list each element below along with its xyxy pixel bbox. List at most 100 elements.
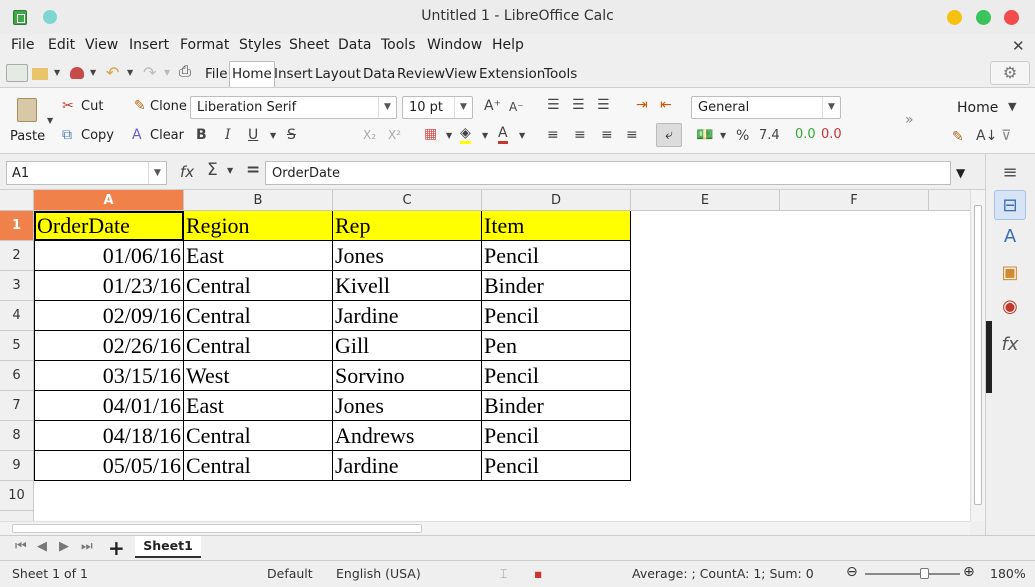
formula-icon[interactable]: = (246, 160, 260, 180)
cell[interactable]: Sorvino (333, 361, 482, 391)
row-header[interactable]: 1 (0, 211, 34, 241)
gallery-icon[interactable]: ▣ (994, 258, 1026, 288)
cell[interactable]: Jones (333, 241, 482, 271)
cell[interactable]: 02/26/16 (34, 331, 184, 361)
cell[interactable]: Jones (333, 391, 482, 421)
increase-indent-icon[interactable]: ⇥ (636, 97, 648, 113)
tab-extension[interactable]: Extension (477, 64, 547, 86)
copy-icon[interactable]: ⧉ (62, 127, 72, 143)
percent-button[interactable]: % (736, 128, 749, 144)
language[interactable]: English (USA) (336, 566, 421, 581)
column-header-e[interactable]: E (631, 190, 780, 211)
font-color-icon[interactable]: A (498, 125, 508, 144)
select-all-corner[interactable] (0, 190, 34, 211)
first-sheet-icon[interactable]: ⏮ (15, 539, 27, 554)
menu-insert[interactable]: Insert (129, 37, 169, 53)
cell[interactable]: Gill (333, 331, 482, 361)
currency-dropdown-icon[interactable]: ▼ (720, 131, 726, 140)
paste-button[interactable]: Paste (10, 129, 45, 144)
underline-button[interactable]: U (248, 127, 258, 143)
home-menu-button[interactable]: Home (957, 100, 998, 116)
formula-input[interactable]: OrderDate (265, 161, 951, 185)
selection-summary[interactable]: Average: ; CountA: 1; Sum: 0 (632, 566, 814, 581)
maximize-button[interactable] (976, 10, 991, 25)
cell[interactable]: East (184, 241, 333, 271)
cell[interactable]: 04/01/16 (34, 391, 184, 421)
column-header-b[interactable]: B (184, 190, 333, 211)
add-sheet-button[interactable]: + (108, 536, 125, 560)
undo-icon[interactable]: ↶ (106, 63, 119, 82)
copy-button[interactable]: Copy (81, 128, 114, 143)
cell[interactable]: Jardine (333, 301, 482, 331)
chevron-down-icon[interactable]: ▼ (822, 97, 840, 118)
cell[interactable]: Pencil (482, 361, 631, 391)
borders-dropdown-icon[interactable]: ▼ (446, 131, 452, 140)
highlight-icon[interactable]: ◈ (460, 125, 471, 144)
align-right-icon[interactable]: ≡ (601, 127, 613, 143)
name-box[interactable]: A1 ▼ (6, 161, 167, 185)
chevron-down-icon[interactable]: ▼ (454, 97, 472, 118)
tab-layout[interactable]: Layout (313, 64, 363, 86)
styles-icon[interactable]: A (994, 222, 1026, 252)
spreadsheet-grid[interactable]: A B C D E F 1 2 3 4 5 6 7 8 9 10 OrderDa… (0, 190, 970, 521)
align-top-icon[interactable]: ☰ (547, 97, 560, 113)
decrease-indent-icon[interactable]: ⇤ (660, 97, 672, 113)
sidebar-menu-icon[interactable]: ≡ (994, 158, 1026, 188)
open-folder-icon[interactable] (32, 68, 48, 80)
redo-icon[interactable]: ↷ (143, 63, 156, 82)
row-header[interactable]: 3 (0, 271, 34, 301)
row-header[interactable]: 7 (0, 391, 34, 421)
cell[interactable]: Rep (333, 211, 482, 241)
row-header[interactable]: 10 (0, 481, 34, 511)
row-header[interactable]: 5 (0, 331, 34, 361)
cell[interactable]: 02/09/16 (34, 301, 184, 331)
cell[interactable]: Pencil (482, 451, 631, 481)
grow-font-icon[interactable]: A⁺ (484, 98, 501, 114)
number-format-combo[interactable]: General ▼ (691, 96, 841, 119)
cell[interactable]: Pencil (482, 421, 631, 451)
font-color-dropdown-icon[interactable]: ▼ (519, 131, 525, 140)
clear-formatting-icon[interactable]: ✎ (952, 129, 964, 145)
align-left-icon[interactable]: ≡ (547, 127, 559, 143)
clone-button[interactable]: Clone (150, 99, 187, 114)
cell[interactable]: Kivell (333, 271, 482, 301)
navigator-icon[interactable]: ◉ (994, 292, 1026, 322)
row-header[interactable]: 4 (0, 301, 34, 331)
delete-decimal-button[interactable]: 0.0 (821, 127, 842, 142)
menu-styles[interactable]: Styles (239, 37, 281, 53)
tab-insert[interactable]: Insert (272, 64, 315, 86)
sidebar-menu-icon[interactable] (6, 64, 28, 82)
column-header-d[interactable]: D (482, 190, 631, 211)
number-button[interactable]: 7.4 (759, 128, 780, 143)
tab-data[interactable]: Data (361, 64, 397, 86)
page-style[interactable]: Default (267, 566, 313, 581)
menu-help[interactable]: Help (492, 37, 524, 53)
highlight-dropdown-icon[interactable]: ▼ (482, 131, 488, 140)
column-header-f[interactable]: F (780, 190, 929, 211)
function-wizard-icon[interactable]: fx (180, 163, 194, 181)
cell[interactable]: Central (184, 331, 333, 361)
zoom-out-icon[interactable]: ⊖ (846, 564, 858, 580)
tab-tools[interactable]: Tools (542, 64, 579, 86)
superscript-icon[interactable]: X² (388, 128, 401, 142)
cell[interactable]: 05/05/16 (34, 451, 184, 481)
column-header-a[interactable]: A (34, 190, 184, 211)
italic-button[interactable]: I (225, 127, 231, 143)
align-center-v-icon[interactable]: ☰ (572, 97, 585, 113)
cell[interactable]: OrderDate (34, 211, 184, 241)
strikethrough-button[interactable]: S (287, 127, 296, 143)
paste-icon[interactable] (17, 98, 37, 122)
column-header-g[interactable] (929, 190, 970, 211)
cell[interactable]: Central (184, 421, 333, 451)
cell[interactable]: Pencil (482, 241, 631, 271)
align-center-icon[interactable]: ≡ (574, 127, 586, 143)
print-icon[interactable]: ⎙ (179, 62, 191, 80)
cell[interactable]: West (184, 361, 333, 391)
underline-dropdown-icon[interactable]: ▼ (270, 131, 276, 140)
tab-view[interactable]: View (443, 64, 479, 86)
chevron-down-icon[interactable]: ▼ (378, 97, 396, 118)
wrap-text-icon[interactable]: ⤶ (656, 123, 682, 147)
font-name-combo[interactable]: Liberation Serif ▼ (190, 96, 397, 119)
row-header[interactable]: 9 (0, 451, 34, 481)
menu-edit[interactable]: Edit (48, 37, 75, 53)
